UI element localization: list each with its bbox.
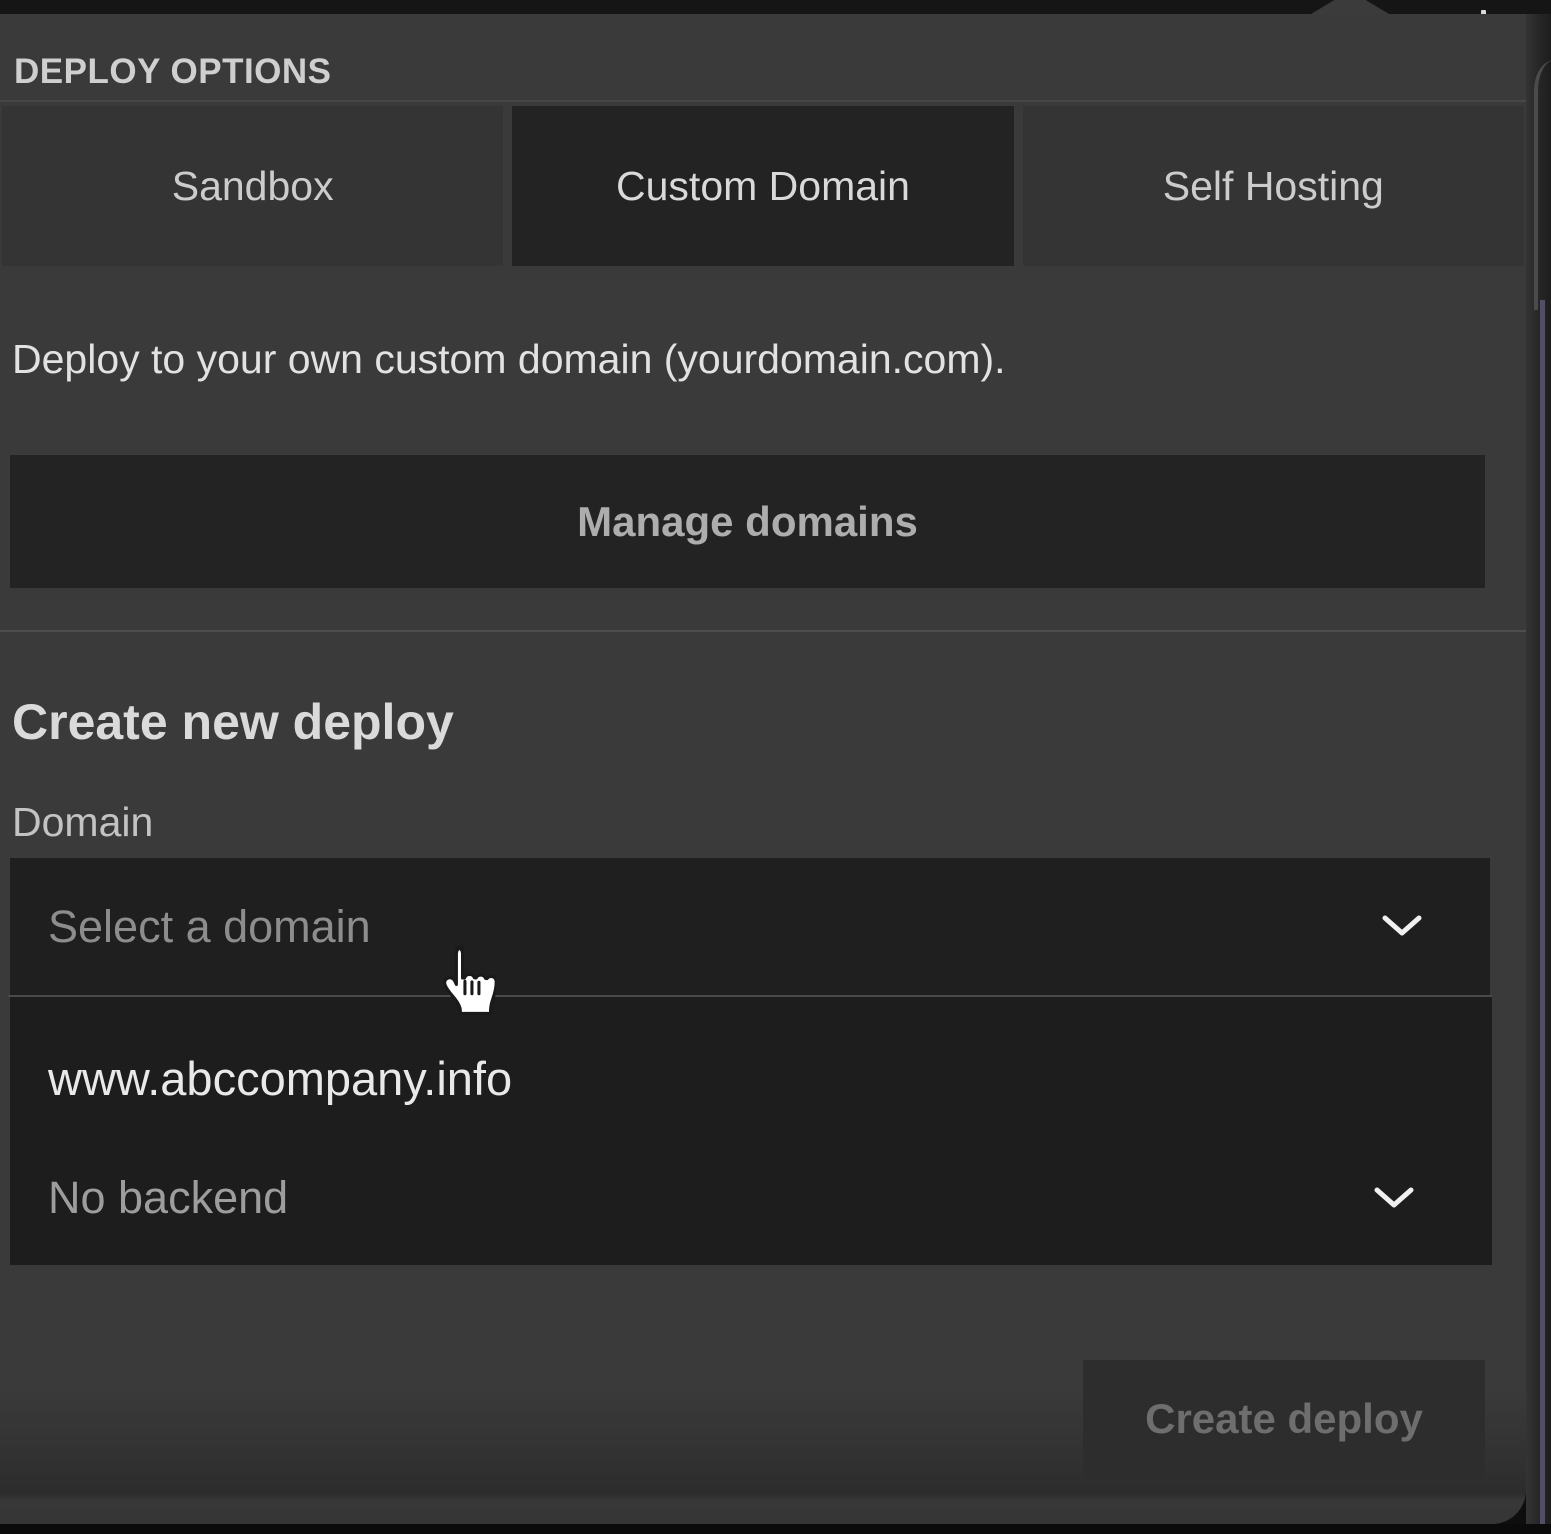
manage-domains-button[interactable]: Manage domains — [10, 455, 1485, 588]
deploy-options-popover: DEPLOY OPTIONS Sandbox Custom Domain Sel… — [0, 0, 1551, 1534]
header-divider — [0, 100, 1526, 102]
tab-custom-domain[interactable]: Custom Domain — [512, 106, 1013, 266]
chevron-down-icon[interactable] — [1374, 1186, 1414, 1210]
tab-self-hosting[interactable]: Self Hosting — [1023, 106, 1524, 266]
backend-select-value: No backend — [48, 1131, 288, 1265]
chevron-down-icon[interactable] — [1382, 914, 1422, 938]
create-deploy-button[interactable]: Create deploy — [1083, 1360, 1485, 1478]
domain-dropdown-list: www.abccompany.info No backend — [10, 997, 1492, 1265]
editor-bottom-strip — [0, 1524, 1551, 1534]
background-rounded-corner — [1534, 60, 1551, 310]
backend-select[interactable]: No backend — [10, 1131, 1492, 1265]
domain-select[interactable]: Select a domain — [10, 858, 1490, 995]
deploy-tabs: Sandbox Custom Domain Self Hosting — [2, 106, 1524, 266]
background-accent-edge — [1540, 300, 1545, 1534]
tab-sandbox[interactable]: Sandbox — [2, 106, 503, 266]
deploy-options-panel: DEPLOY OPTIONS Sandbox Custom Domain Sel… — [0, 14, 1526, 1524]
section-divider — [0, 630, 1526, 632]
custom-domain-description: Deploy to your own custom domain (yourdo… — [12, 332, 1492, 386]
panel-title: DEPLOY OPTIONS — [14, 40, 1014, 104]
domain-label: Domain — [12, 795, 512, 849]
domain-select-placeholder: Select a domain — [48, 858, 371, 995]
domain-option[interactable]: www.abccompany.info — [48, 1039, 512, 1119]
create-new-deploy-heading: Create new deploy — [12, 686, 912, 758]
